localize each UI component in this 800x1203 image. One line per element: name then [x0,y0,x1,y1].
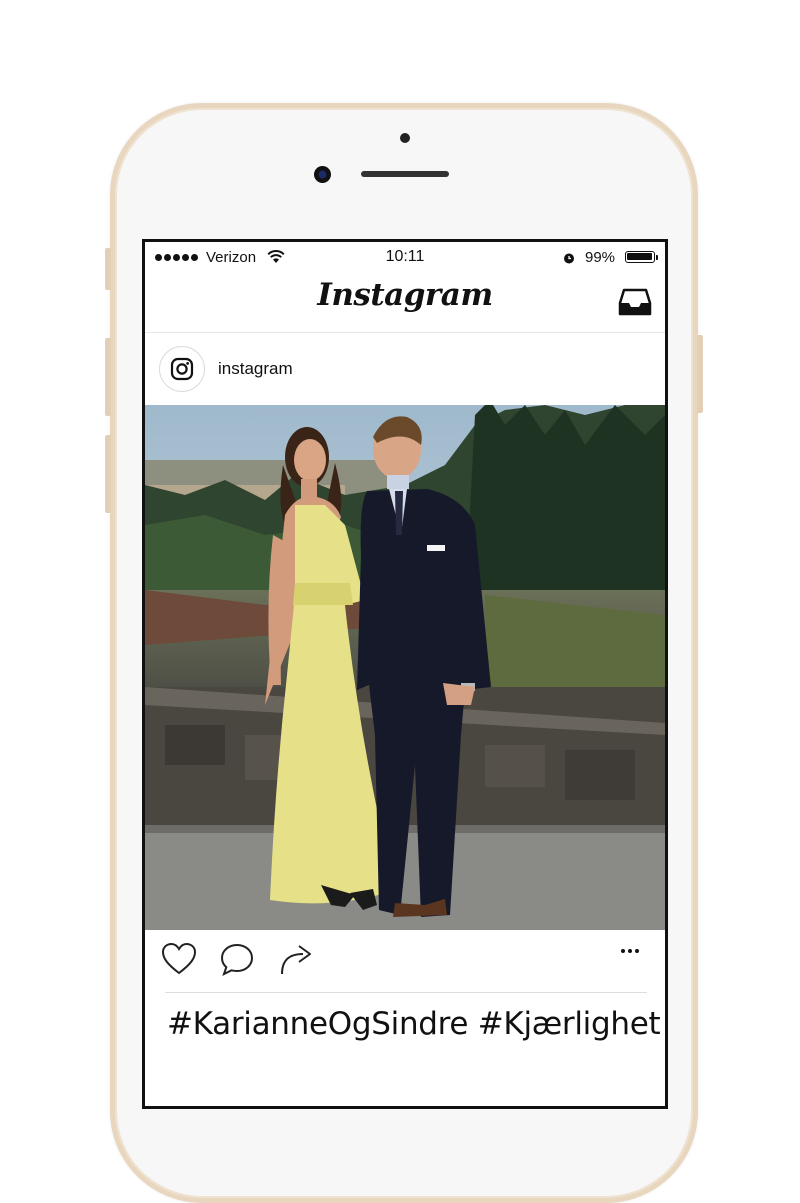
proximity-sensor [400,133,410,143]
post-caption: #KarianneOgSindre #Kjærlighet [167,1006,661,1042]
status-bar: Verizon 10:11 99% [145,242,665,274]
power-button [697,335,703,413]
more-icon[interactable] [621,949,639,953]
comment-icon[interactable] [219,942,255,976]
caption-divider [165,992,647,993]
heart-icon[interactable] [161,942,197,976]
battery-icon [625,251,655,263]
instagram-logo: Instagram [317,277,493,313]
post-header: instagram [145,333,665,405]
front-camera [314,166,331,183]
post-photo[interactable] [145,405,665,930]
inbox-tray-icon[interactable] [618,287,652,317]
volume-up-button [105,338,111,416]
battery-tip [656,255,658,260]
alarm-clock-icon [564,253,574,264]
avatar[interactable] [159,346,205,392]
phone-screen: Verizon 10:11 99% Instagram instagram #K… [142,239,668,1109]
battery-fill [627,253,652,260]
share-icon[interactable] [279,942,315,976]
instagram-camera-icon [170,357,194,381]
mute-switch [105,248,111,290]
earpiece-speaker [361,171,449,177]
post-actions [145,934,665,986]
battery-percentage: 99% [585,249,616,266]
volume-down-button [105,435,111,513]
post-username[interactable]: instagram [218,359,293,379]
app-header: Instagram [145,274,665,333]
